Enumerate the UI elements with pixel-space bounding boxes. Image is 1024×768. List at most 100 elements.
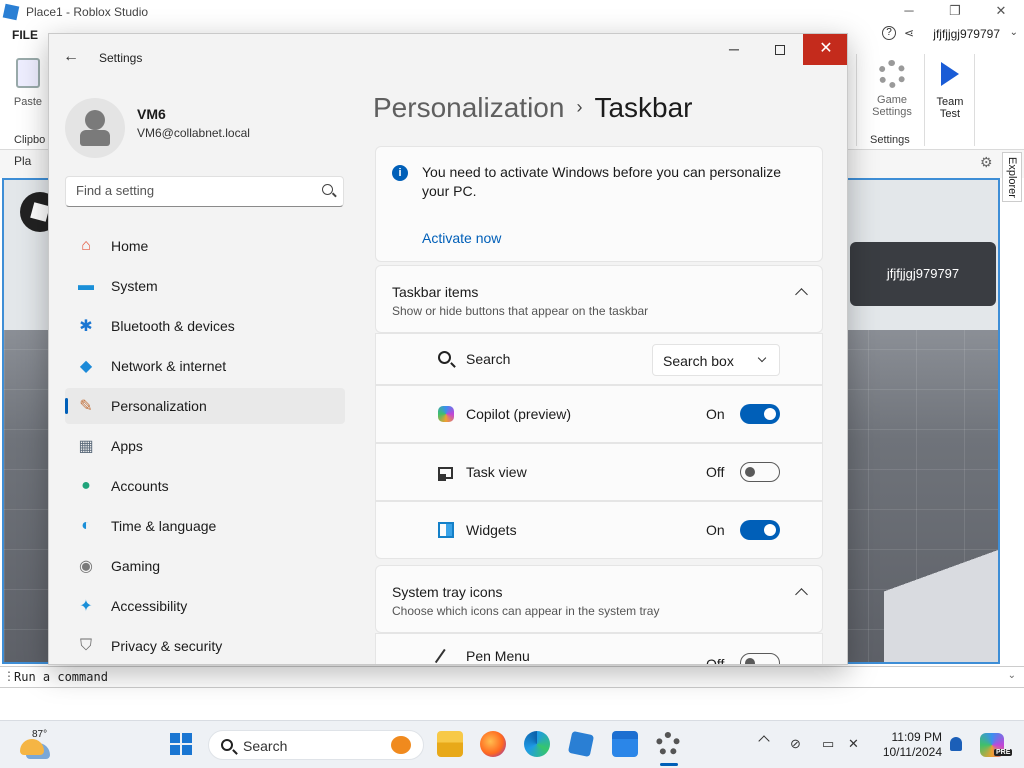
chevron-down-icon[interactable]: ⌄: [1008, 670, 1016, 681]
roblox-restore-button[interactable]: ❐: [932, 0, 978, 24]
toggle-state-label: On: [706, 406, 725, 422]
chevron-down-icon: [757, 353, 767, 363]
nav-item[interactable]: ✦ Accessibility: [65, 588, 345, 624]
gamepad-icon: ◉: [79, 558, 93, 575]
nav-item-label: Apps: [111, 438, 143, 454]
roblox-studio-icon: [2, 3, 20, 21]
firefox-icon[interactable]: [480, 731, 506, 757]
taskbar-item-copilot-row: Copilot (preview) On: [375, 385, 823, 443]
settings-nav: ⌂ Home ▬ System ✱ Bluetooth & devices ◆ Network…: [65, 228, 345, 664]
apps-icon: ▦: [78, 438, 94, 455]
clock-date: 10/11/2024: [882, 745, 942, 759]
widgets-icon: [438, 522, 454, 538]
nav-item-label: Bluetooth & devices: [111, 318, 235, 334]
dropdown-value: Search box: [663, 353, 734, 369]
team-test-button[interactable]: Team Test: [930, 60, 970, 120]
nav-item[interactable]: ◉ Gaming: [65, 548, 345, 584]
brush-icon: ✎: [79, 398, 93, 415]
chevron-down-icon[interactable]: ⌄: [1010, 27, 1018, 38]
roblox-minimize-button[interactable]: ─: [886, 0, 932, 24]
widgets-toggle[interactable]: [740, 520, 780, 540]
row-label: Pen Menu: [466, 648, 530, 664]
command-input[interactable]: Run a command: [14, 670, 108, 684]
nav-item-label: Time & language: [111, 518, 217, 534]
nav-item[interactable]: ✱ Bluetooth & devices: [65, 308, 345, 344]
show-hidden-icons-icon[interactable]: [758, 735, 770, 747]
team-test-label: Team Test: [936, 96, 964, 120]
share-icon[interactable]: ⋖: [904, 26, 914, 40]
nav-item[interactable]: ◆ Network & internet: [65, 348, 345, 384]
nav-item-label: Network & internet: [111, 358, 227, 374]
file-explorer-icon[interactable]: [437, 731, 463, 757]
network-off-icon[interactable]: ⊘: [790, 736, 801, 752]
back-arrow-icon[interactable]: ←: [63, 48, 79, 66]
system-icon: ▬: [78, 277, 94, 294]
explorer-tab[interactable]: Explorer: [1002, 152, 1022, 202]
chevron-up-icon[interactable]: [795, 588, 808, 601]
taskbar-items-header[interactable]: Taskbar items Show or hide buttons that …: [375, 265, 823, 333]
breadcrumb: Personalization › Taskbar: [373, 92, 693, 124]
weather-icon: [20, 739, 44, 755]
clock[interactable]: 11:09 PM 10/11/2024: [878, 730, 942, 760]
game-settings-button[interactable]: Game Settings: [866, 60, 918, 118]
view-settings-gear-icon[interactable]: ⚙: [980, 154, 993, 171]
taskbar-item-search-row: Search Search box: [375, 333, 823, 385]
nav-item-label: Gaming: [111, 558, 161, 574]
settings-app-title: Settings: [99, 51, 143, 65]
clipboard-icon: [16, 58, 40, 88]
breadcrumb-parent[interactable]: Personalization: [373, 92, 564, 123]
nav-item[interactable]: ◐ Time & language: [65, 508, 345, 544]
search-mode-dropdown[interactable]: Search box: [652, 344, 780, 376]
paste-button[interactable]: Paste: [8, 58, 48, 108]
file-menu[interactable]: FILE: [12, 28, 38, 42]
chevron-up-icon[interactable]: [795, 288, 808, 301]
task-view-toggle[interactable]: [740, 462, 780, 482]
search-input[interactable]: [76, 183, 306, 198]
display-icon[interactable]: ▭: [822, 736, 834, 752]
activation-message: You need to activate Windows before you …: [422, 164, 782, 199]
start-button[interactable]: [170, 733, 192, 755]
roblox-titlebar: Place1 - Roblox Studio ─ ❐ ✕: [0, 0, 1024, 24]
start-tile: [170, 733, 180, 743]
roblox-close-button[interactable]: ✕: [978, 0, 1024, 24]
taskbar-item-widgets-row: Widgets On: [375, 501, 823, 559]
system-tray-header[interactable]: System tray icons Choose which icons can…: [375, 565, 823, 633]
pen-icon: [434, 648, 458, 664]
nav-item[interactable]: ▦ Apps: [65, 428, 345, 464]
settings-taskbar-icon[interactable]: [656, 732, 680, 756]
viewport-username-card: jfjfjjgj979797: [850, 242, 996, 306]
toggle-state-label: Off: [706, 656, 725, 665]
row-label: Task view: [466, 464, 527, 480]
nav-item[interactable]: ▬ System: [65, 268, 345, 304]
copilot-toggle[interactable]: [740, 404, 780, 424]
section-title: Taskbar items: [392, 284, 479, 300]
help-icon[interactable]: ?: [882, 26, 896, 40]
roblox-user-menu[interactable]: jfjfjjgj979797: [933, 27, 1000, 41]
pumpkin-highlight-icon: [391, 736, 411, 754]
activation-notice: i You need to activate Windows before yo…: [375, 146, 823, 262]
game-settings-label: Game Settings: [872, 94, 912, 118]
taskbar-search[interactable]: Search: [208, 730, 424, 760]
nav-item[interactable]: ● Accounts: [65, 468, 345, 504]
task-view-icon: [438, 467, 453, 481]
toggle-state-label: On: [706, 522, 725, 538]
nav-item[interactable]: ⌂ Home: [65, 228, 345, 264]
roblox-studio-taskbar-icon[interactable]: [567, 730, 595, 758]
shield-icon: ⛉: [79, 637, 92, 654]
search-icon: [438, 351, 451, 364]
nav-item[interactable]: ✎ Personalization: [65, 388, 345, 424]
place-tab[interactable]: Pla: [14, 154, 31, 168]
nav-item[interactable]: ⛉ Privacy & security: [65, 628, 345, 664]
settings-search[interactable]: [65, 176, 344, 207]
roblox-window-controls: ─ ❐ ✕: [886, 0, 1024, 24]
store-icon[interactable]: [612, 731, 638, 757]
notification-bell-icon[interactable]: [950, 737, 962, 751]
pen-menu-toggle[interactable]: [740, 653, 780, 664]
activate-now-link[interactable]: Activate now: [422, 230, 501, 246]
ribbon-divider: [924, 54, 925, 146]
network-icon: ◆: [79, 358, 93, 375]
roblox-window-title: Place1 - Roblox Studio: [26, 5, 149, 19]
section-subtitle: Show or hide buttons that appear on the …: [392, 304, 649, 318]
volume-muted-icon[interactable]: ✕: [848, 736, 859, 752]
edge-icon[interactable]: [524, 731, 550, 757]
